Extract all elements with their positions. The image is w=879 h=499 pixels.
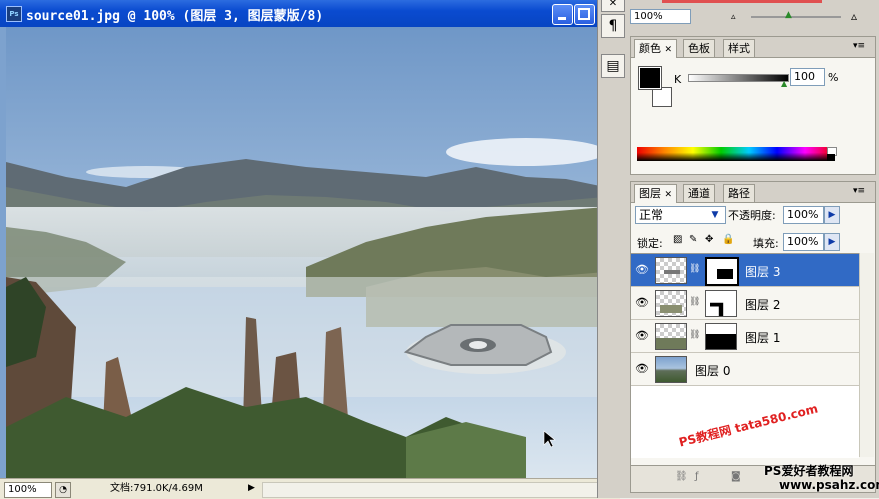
- opacity-field[interactable]: 100%: [783, 206, 824, 224]
- layer-name: 图层 2: [745, 298, 781, 312]
- layer-row-1[interactable]: 👁 ⛓ 图层 1: [631, 320, 859, 353]
- layer-row-3[interactable]: 👁 ⛓ 图层 3: [631, 254, 859, 287]
- layer-row-2[interactable]: 👁 ⛓ 图层 2: [631, 287, 859, 320]
- status-arrow-icon[interactable]: ▶: [248, 483, 255, 493]
- paragraph-icon[interactable]: ¶: [601, 14, 625, 38]
- black-swatch[interactable]: [827, 154, 835, 161]
- watermark-title: PS爱好者教程网: [764, 464, 854, 478]
- layer-name: 图层 3: [745, 265, 781, 279]
- layer-mask-thumbnail[interactable]: [705, 257, 739, 286]
- k-slider-handle-icon[interactable]: ▲: [781, 79, 787, 88]
- layer-name: 图层 0: [695, 364, 731, 378]
- layer-thumbnail: [655, 257, 687, 284]
- navigator-strip: 100% ▵ ▲ ▵: [627, 0, 879, 30]
- landscape-image: [6, 27, 605, 478]
- link-chain-icon[interactable]: ⛓: [689, 330, 700, 340]
- tool-icon[interactable]: ✕: [601, 0, 625, 12]
- zoom-slider[interactable]: [751, 16, 841, 18]
- opacity-arrow-icon[interactable]: ▶: [824, 206, 840, 224]
- document-window: Ps source01.jpg @ 100% (图层 3, 图层蒙版/8) 10…: [0, 0, 622, 499]
- status-menu-icon[interactable]: ◔: [55, 482, 71, 498]
- title-bar[interactable]: Ps source01.jpg @ 100% (图层 3, 图层蒙版/8): [0, 0, 597, 27]
- foreground-color-swatch[interactable]: [638, 66, 662, 90]
- color-ramp-shade: [637, 147, 833, 161]
- lock-label: 锁定:: [637, 237, 663, 250]
- document-icon[interactable]: ▤: [601, 54, 625, 78]
- layers-panel-tabs: 图层 ✕ 通道 路径 ▾≡: [631, 182, 875, 203]
- panel-menu-icon[interactable]: ▾≡: [853, 186, 865, 196]
- link-layers-icon[interactable]: ⛓: [675, 471, 688, 482]
- chevron-down-icon[interactable]: ▼: [708, 207, 722, 223]
- photoshop-icon: Ps: [6, 6, 22, 22]
- watermark-url: www.psahz.com: [779, 478, 879, 492]
- horizontal-scrollbar[interactable]: [262, 482, 604, 498]
- maximize-button[interactable]: [574, 4, 595, 25]
- zoom-slider-handle-icon[interactable]: ▲: [785, 10, 792, 20]
- image-canvas[interactable]: [6, 27, 605, 478]
- layer-mask-thumbnail[interactable]: [705, 290, 737, 317]
- add-mask-icon[interactable]: ◙: [731, 471, 741, 482]
- link-chain-icon[interactable]: ⛓: [689, 297, 700, 307]
- tab-styles[interactable]: 样式: [723, 39, 755, 57]
- close-icon[interactable]: ✕: [665, 190, 673, 200]
- opacity-label: 不透明度:: [728, 209, 776, 222]
- layers-panel: 图层 ✕ 通道 路径 ▾≡ 正常 ▼ 不透明度: 100% ▶ 锁定: ▨ ✎ …: [630, 181, 876, 493]
- layers-scrollbar[interactable]: [859, 253, 874, 457]
- tab-swatches[interactable]: 色板: [683, 39, 715, 57]
- lock-position-icon[interactable]: ✥: [705, 234, 713, 245]
- tab-paths[interactable]: 路径: [723, 184, 755, 202]
- panel-menu-icon[interactable]: ▾≡: [853, 41, 865, 51]
- zoom-out-icon[interactable]: ▵: [731, 12, 736, 22]
- k-unit: %: [828, 71, 839, 84]
- fill-label: 填充:: [753, 237, 779, 250]
- zoom-field[interactable]: 100%: [4, 482, 52, 498]
- visibility-eye-icon[interactable]: 👁: [635, 296, 649, 309]
- link-chain-icon[interactable]: ⛓: [689, 264, 700, 274]
- palette-well: ✕ ¶ ▤: [597, 0, 628, 498]
- k-value-field[interactable]: 100: [790, 68, 825, 86]
- tab-channels[interactable]: 通道: [683, 184, 715, 202]
- visibility-eye-icon[interactable]: 👁: [635, 263, 649, 276]
- visibility-eye-icon[interactable]: 👁: [635, 362, 649, 375]
- lock-all-icon[interactable]: 🔒: [722, 234, 734, 245]
- layer-thumbnail: [655, 356, 687, 383]
- layer-mask-thumbnail[interactable]: [705, 323, 737, 350]
- document-size: 文档:791.0K/4.69M: [110, 483, 203, 494]
- lock-transparency-icon[interactable]: ▨: [673, 234, 682, 245]
- color-panel-tabs: 颜色 ✕ 色板 样式 ▾≡: [631, 37, 875, 58]
- visibility-eye-icon[interactable]: 👁: [635, 329, 649, 342]
- minimize-button[interactable]: [552, 4, 573, 25]
- layer-style-icon[interactable]: ƒ: [695, 471, 699, 482]
- k-slider[interactable]: [688, 74, 789, 82]
- color-panel: 颜色 ✕ 色板 样式 ▾≡ K ▲ 100 %: [630, 36, 876, 175]
- tab-color[interactable]: 颜色 ✕: [634, 39, 678, 58]
- layer-name: 图层 1: [745, 331, 781, 345]
- window-title: source01.jpg @ 100% (图层 3, 图层蒙版/8): [26, 9, 324, 24]
- fill-field[interactable]: 100%: [783, 233, 824, 251]
- status-bar: 100% ◔ 文档:791.0K/4.69M ▶: [0, 478, 620, 499]
- zoom-in-icon[interactable]: ▵: [851, 9, 857, 23]
- navigator-preview-edge: [662, 0, 822, 3]
- layer-row-0[interactable]: 👁 图层 0: [631, 353, 859, 386]
- navigator-zoom-field[interactable]: 100%: [630, 9, 691, 24]
- background-color-swatch[interactable]: [652, 87, 672, 107]
- tab-layers[interactable]: 图层 ✕: [634, 184, 678, 203]
- right-panels: 100% ▵ ▲ ▵ 颜色 ✕ 色板 样式 ▾≡ K ▲ 100 % 图层 ✕ …: [627, 0, 879, 498]
- fill-arrow-icon[interactable]: ▶: [824, 233, 840, 251]
- layer-thumbnail: [655, 290, 687, 317]
- channel-label: K: [674, 73, 682, 86]
- close-icon[interactable]: ✕: [665, 45, 673, 55]
- lock-image-icon[interactable]: ✎: [689, 234, 697, 245]
- layer-thumbnail: [655, 323, 687, 350]
